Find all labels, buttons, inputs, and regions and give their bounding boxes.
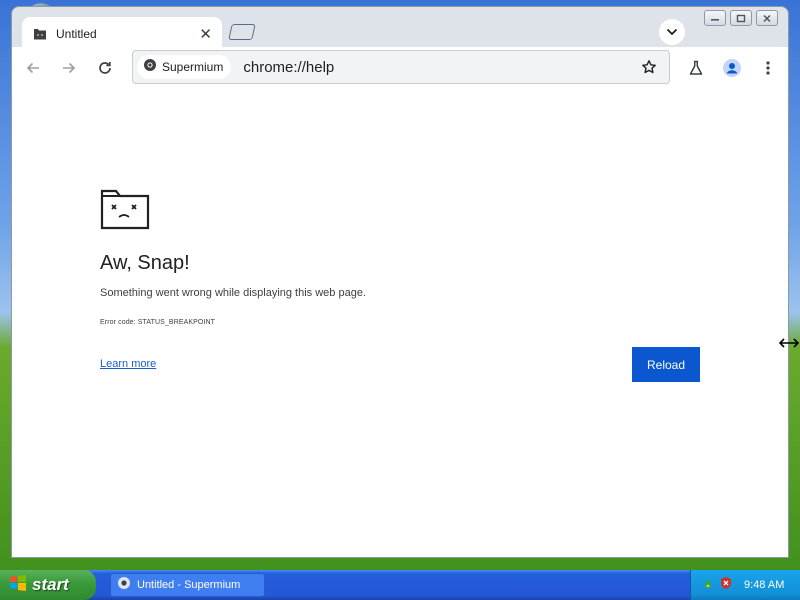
browser-window: Untitled ✕ Supermium chrome://help Aw, S… <box>11 6 789 558</box>
learn-more-link[interactable]: Learn more <box>100 358 156 370</box>
new-tab-icon[interactable] <box>228 24 256 40</box>
maximize-icon[interactable] <box>730 10 752 26</box>
error-code: Error code: STATUS_BREAKPOINT <box>100 319 216 326</box>
security-shield-icon[interactable] <box>720 576 732 595</box>
system-tray: 9:48 AM <box>690 570 800 600</box>
bookmark-star-icon[interactable] <box>637 55 661 79</box>
error-title: Aw, Snap! <box>100 252 190 274</box>
reload-icon[interactable] <box>92 55 118 81</box>
resize-cursor-icon <box>778 336 800 350</box>
taskbar: start Untitled - Supermium 9:48 AM <box>0 570 800 600</box>
forward-arrow-icon[interactable] <box>56 55 82 81</box>
tab-favicon-icon <box>33 27 47 41</box>
back-arrow-icon[interactable] <box>20 55 46 81</box>
url-text[interactable]: chrome://help <box>243 59 637 76</box>
windows-logo-icon <box>9 574 27 597</box>
tab-title: Untitled <box>56 27 97 41</box>
start-label: start <box>32 575 69 594</box>
chrome-logo-icon <box>143 58 157 77</box>
more-menu-icon[interactable] <box>755 55 781 81</box>
network-icon[interactable] <box>701 576 715 595</box>
profile-icon[interactable] <box>719 55 745 81</box>
start-button[interactable]: start <box>0 570 96 600</box>
supermium-taskbar-icon <box>117 576 131 595</box>
clock: 9:48 AM <box>744 579 785 591</box>
address-bar[interactable]: Supermium chrome://help <box>132 50 670 84</box>
site-chip-label: Supermium <box>162 60 224 74</box>
tab-strip: Untitled ✕ <box>12 7 788 51</box>
reload-button[interactable]: Reload <box>632 347 700 382</box>
site-info-chip[interactable]: Supermium <box>137 55 232 79</box>
browser-toolbar: Supermium chrome://help <box>12 47 788 88</box>
taskbar-item-label: Untitled - Supermium <box>137 579 241 591</box>
tab-close-icon[interactable]: ✕ <box>199 27 212 42</box>
close-window-icon[interactable] <box>756 10 778 26</box>
page-content: Aw, Snap! Something went wrong while dis… <box>12 88 788 557</box>
tab-untitled[interactable]: Untitled ✕ <box>22 17 222 51</box>
sad-folder-icon <box>100 188 150 235</box>
error-message: Something went wrong while displaying th… <box>100 287 366 299</box>
labs-flask-icon[interactable] <box>683 55 709 81</box>
window-controls <box>704 10 778 26</box>
tab-search-icon[interactable] <box>659 19 685 45</box>
taskbar-item-supermium[interactable]: Untitled - Supermium <box>110 573 265 597</box>
minimize-icon[interactable] <box>704 10 726 26</box>
